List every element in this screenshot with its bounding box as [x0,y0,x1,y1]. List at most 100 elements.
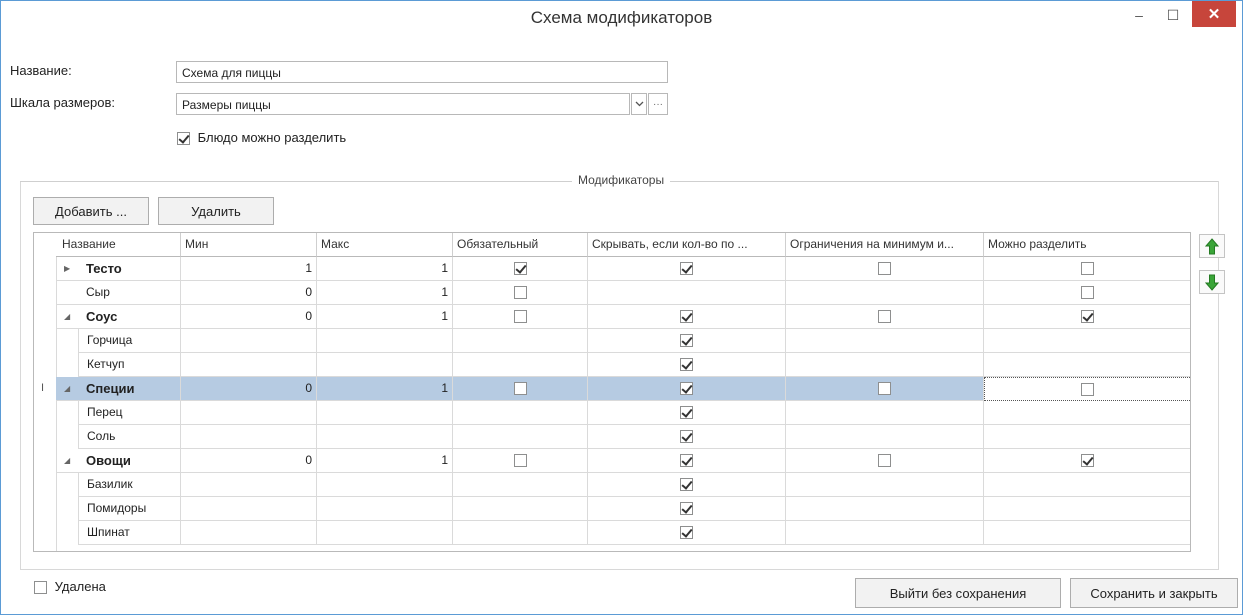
cell-name[interactable]: Перец [78,401,181,425]
cell-hide[interactable] [588,521,786,545]
table-row[interactable]: Горчица [34,329,1190,353]
cell-divisible[interactable] [984,305,1190,329]
scale-select[interactable]: Размеры пиццы [176,93,630,115]
cell-max[interactable]: 1 [317,257,453,281]
exit-without-saving-button[interactable]: Выйти без сохранения [855,578,1061,608]
cell-limits[interactable] [786,449,984,473]
cell-max[interactable] [317,329,453,353]
cell-name[interactable]: Кетчуп [78,353,181,377]
cell-hide[interactable] [588,305,786,329]
cell-hide[interactable] [588,353,786,377]
cell-min[interactable] [181,521,317,545]
scale-dropdown-button[interactable] [631,93,647,115]
cell-name[interactable]: ▶ Тесто [56,257,181,281]
cell-required[interactable] [453,521,588,545]
divisible-checkbox-row[interactable]: Блюдо можно разделить [177,130,346,146]
cell-min[interactable] [181,497,317,521]
checkbox-limits[interactable] [878,382,891,396]
col-header-min[interactable]: Мин [181,233,317,257]
table-row[interactable]: Кетчуп [34,353,1190,377]
table-row[interactable]: Базилик [34,473,1190,497]
close-button[interactable]: ✕ [1192,1,1236,27]
checkbox-hide[interactable] [680,310,693,324]
table-row[interactable]: I ◢ Специи 0 1 [34,377,1190,401]
cell-min[interactable]: 0 [181,305,317,329]
cell-name[interactable]: ◢ Специи [56,377,181,401]
cell-divisible[interactable] [984,401,1190,425]
cell-min[interactable]: 0 [181,377,317,401]
table-row[interactable]: Сыр 0 1 [34,281,1190,305]
cell-limits[interactable] [786,257,984,281]
maximize-button[interactable]: ☐ [1156,1,1190,29]
checkbox-divisible[interactable] [1080,262,1094,276]
divisible-checkbox[interactable] [177,132,190,146]
deleted-checkbox-row[interactable]: Удалена [34,579,106,595]
cell-name[interactable]: Сыр [56,281,181,305]
cell-max[interactable] [317,425,453,449]
cell-divisible[interactable] [984,497,1190,521]
checkbox-divisible[interactable] [1080,286,1094,300]
cell-required[interactable] [453,329,588,353]
cell-limits[interactable] [786,401,984,425]
checkbox-divisible[interactable] [1081,383,1094,397]
checkbox-hide[interactable] [680,478,693,492]
cell-hide[interactable] [588,329,786,353]
deleted-checkbox[interactable] [34,581,47,595]
col-header-name[interactable]: Название [56,233,181,257]
cell-divisible[interactable] [984,353,1190,377]
cell-limits[interactable] [786,473,984,497]
checkbox-hide[interactable] [680,262,693,276]
save-and-close-button[interactable]: Сохранить и закрыть [1070,578,1238,608]
cell-hide[interactable] [588,425,786,449]
cell-name[interactable]: Помидоры [78,497,181,521]
cell-name[interactable]: Горчица [78,329,181,353]
table-row[interactable]: Шпинат [34,521,1190,545]
cell-required[interactable] [453,305,588,329]
cell-min[interactable]: 1 [181,257,317,281]
cell-limits[interactable] [786,353,984,377]
cell-required[interactable] [453,401,588,425]
checkbox-hide[interactable] [680,526,693,540]
col-header-max[interactable]: Макс [317,233,453,257]
cell-required[interactable] [453,449,588,473]
move-up-button[interactable] [1199,234,1225,258]
cell-divisible[interactable] [984,377,1190,401]
cell-required[interactable] [453,473,588,497]
cell-min[interactable] [181,473,317,497]
checkbox-required[interactable] [513,262,527,276]
collapse-icon[interactable]: ◢ [64,377,70,400]
expand-icon[interactable]: ▶ [64,257,70,280]
checkbox-divisible[interactable] [1080,454,1094,468]
collapse-icon[interactable]: ◢ [64,449,70,472]
cell-hide[interactable] [588,257,786,281]
checkbox-required[interactable] [513,286,527,300]
table-row[interactable]: ▶ Тесто 1 1 [34,257,1190,281]
cell-min[interactable] [181,329,317,353]
scale-browse-button[interactable]: ··· [648,93,668,115]
cell-max[interactable] [317,521,453,545]
checkbox-limits[interactable] [878,262,891,276]
checkbox-hide[interactable] [680,454,693,468]
cell-name[interactable]: ◢ Соус [56,305,181,329]
cell-divisible[interactable] [984,329,1190,353]
checkbox-hide[interactable] [680,430,693,444]
cell-max[interactable] [317,401,453,425]
checkbox-limits[interactable] [878,454,891,468]
cell-hide[interactable] [588,377,786,401]
checkbox-required[interactable] [513,382,527,396]
cell-limits[interactable] [786,497,984,521]
cell-max[interactable] [317,497,453,521]
cell-divisible[interactable] [984,521,1190,545]
move-down-button[interactable] [1199,270,1225,294]
cell-max[interactable] [317,353,453,377]
cell-limits[interactable] [786,305,984,329]
cell-hide[interactable] [588,281,786,305]
checkbox-hide[interactable] [680,334,693,348]
table-row[interactable]: Помидоры [34,497,1190,521]
checkbox-hide[interactable] [680,406,693,420]
cell-required[interactable] [453,353,588,377]
minimize-button[interactable]: – [1122,1,1156,29]
table-row[interactable]: Перец [34,401,1190,425]
cell-limits[interactable] [786,329,984,353]
cell-hide[interactable] [588,449,786,473]
